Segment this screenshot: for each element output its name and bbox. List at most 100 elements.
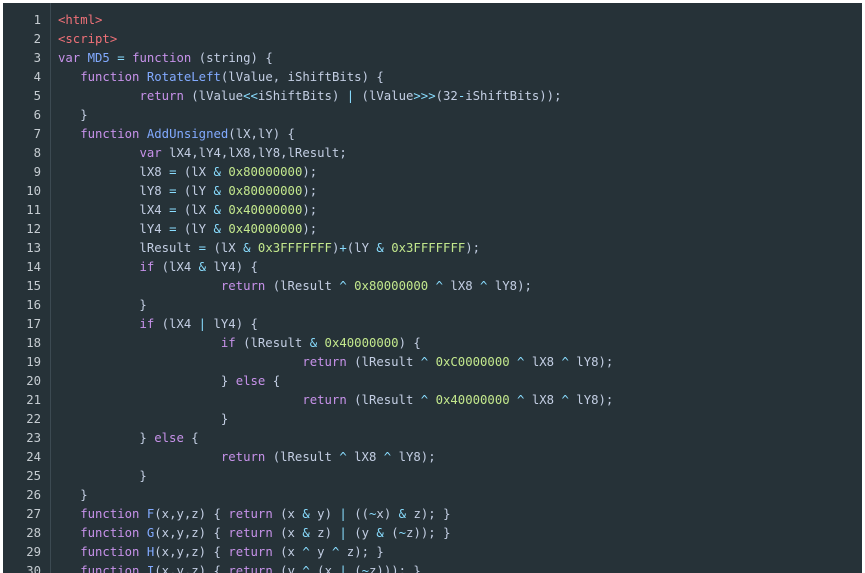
code-token: if	[139, 260, 155, 274]
code-text: }	[58, 467, 147, 486]
line-number: 28	[26, 526, 41, 540]
code-text: return (lValue<<iShiftBits) | (lValue>>>…	[58, 87, 561, 106]
code-token: <script>	[58, 32, 118, 46]
code-token: &	[213, 222, 221, 236]
code-token: return	[228, 545, 273, 559]
code-token: (lY	[176, 222, 214, 236]
code-text: var MD5 = function (string) {	[58, 49, 273, 68]
code-token: return	[228, 507, 273, 521]
code-text: function I(x,y,z) { return (y ^ (x | (~z…	[58, 562, 421, 573]
code-line: 23 } else {	[3, 429, 862, 448]
code-line: 1 <html>	[3, 11, 862, 30]
code-token: (lResult	[235, 336, 310, 350]
line-number: 29	[26, 545, 41, 559]
line-number: 7	[33, 127, 41, 141]
code-token: +	[339, 241, 347, 255]
line-number: 12	[26, 222, 41, 236]
code-token: else	[235, 374, 266, 388]
code-token: lY4) {	[206, 260, 258, 274]
code-token: 0x80000000	[228, 165, 303, 179]
code-token: 0x40000000	[435, 393, 510, 407]
code-token: lX8	[58, 165, 170, 179]
code-token: (lY	[176, 184, 214, 198]
code-token: RotateLeft	[146, 70, 221, 84]
code-token: ^	[435, 279, 444, 293]
code-token: &	[213, 203, 221, 217]
line-number: 26	[26, 488, 41, 502]
code-token: (x	[272, 526, 303, 540]
code-token: ^	[561, 393, 569, 407]
line-number: 25	[26, 469, 41, 483]
code-token: &	[302, 507, 310, 521]
line-number: 23	[26, 431, 41, 445]
code-token: lX4	[58, 203, 170, 217]
code-line: 6 }	[3, 106, 862, 125]
code-token: &	[302, 526, 310, 540]
code-line: 19 return (lResult ^ 0xC0000000 ^ lX8 ^ …	[3, 353, 862, 372]
line-number: 3	[33, 51, 41, 65]
code-token: }	[58, 298, 147, 312]
code-token: function	[80, 564, 140, 573]
code-token: 0x40000000	[228, 203, 303, 217]
code-token: return	[228, 564, 273, 573]
code-token: (lY	[346, 241, 377, 255]
code-token: (lX	[176, 165, 214, 179]
code-token: |	[198, 317, 207, 331]
code-text: return (lResult ^ 0x40000000 ^ lX8 ^ lY8…	[58, 391, 613, 410]
code-token: 0x40000000	[324, 336, 399, 350]
line-number: 17	[26, 317, 41, 331]
code-token: |	[339, 526, 347, 540]
code-token: return	[228, 526, 273, 540]
code-token: (lX4	[154, 260, 199, 274]
code-token: lX8	[346, 450, 384, 464]
code-text: if (lResult & 0x40000000) {	[58, 334, 421, 353]
code-line: 9 lX8 = (lX & 0x80000000);	[3, 163, 862, 182]
code-token: &	[213, 165, 221, 179]
code-token: =	[198, 241, 207, 255]
code-line: 17 if (lX4 | lY4) {	[3, 315, 862, 334]
line-number: 6	[33, 108, 41, 122]
code-token: );	[302, 203, 318, 217]
code-text: var lX4,lY4,lX8,lY8,lResult;	[58, 144, 346, 163]
code-text: function H(x,y,z) { return (x ^ y ^ z); …	[58, 543, 384, 562]
code-text: if (lX4 & lY4) {	[58, 258, 258, 277]
code-line: 20 } else {	[3, 372, 862, 391]
code-token: ^	[561, 355, 569, 369]
code-token: >>>	[413, 89, 436, 103]
code-line: 22 }	[3, 410, 862, 429]
code-token: (x	[272, 545, 303, 559]
code-editor[interactable]: 1 <html> 2 <script> 3 var MD5 = function (str…	[3, 3, 862, 573]
code-line: 18 if (lResult & 0x40000000) {	[3, 334, 862, 353]
code-token: {	[183, 431, 199, 445]
code-token: );	[302, 222, 318, 236]
code-line: 12 lY4 = (lY & 0x40000000);	[3, 220, 862, 239]
code-token: x)	[376, 507, 399, 521]
code-line: 30 function I(x,y,z) { return (y ^ (x | …	[3, 562, 862, 573]
code-text: lX4 = (lX & 0x40000000);	[58, 201, 317, 220]
code-token: <html>	[58, 13, 103, 27]
code-token: ^	[339, 279, 347, 293]
code-text: function RotateLeft(lValue, iShiftBits) …	[58, 68, 384, 87]
code-token: (lX4	[154, 317, 199, 331]
code-token: }	[58, 469, 147, 483]
code-token: z); }	[339, 545, 384, 559]
code-text: } else {	[58, 429, 199, 448]
line-number: 10	[26, 184, 41, 198]
code-token: lX8	[524, 355, 562, 369]
code-token: (lX,lY) {	[228, 127, 295, 141]
code-token: }	[58, 374, 236, 388]
code-line: 3 var MD5 = function (string) {	[3, 49, 862, 68]
